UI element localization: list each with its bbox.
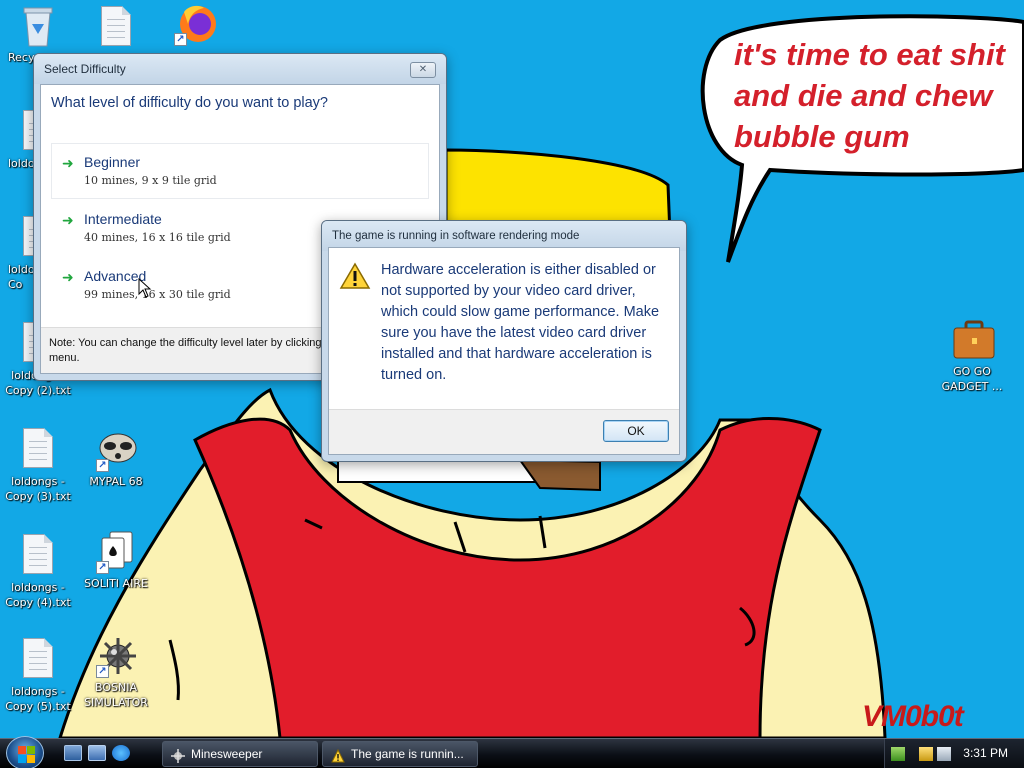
green-arrow-icon: ➜ (62, 213, 74, 229)
recycle-bin-icon (18, 4, 58, 48)
shortcut-arrow-icon: ↗ (174, 33, 187, 46)
taskbar-button-minesweeper[interactable]: Minesweeper (162, 741, 318, 767)
mine-icon (171, 747, 185, 763)
desktop-icon-loldongs-copy-5[interactable]: loldongs - Copy (5).txt (0, 638, 76, 714)
text-file-icon (18, 638, 58, 682)
playing-cards-icon: ↗ (96, 530, 136, 574)
network-icon[interactable] (891, 747, 905, 761)
desktop-icon-label: loldongs - Copy (5).txt (5, 685, 71, 713)
green-arrow-icon: ➜ (62, 156, 74, 172)
speech-line: bubble gum (734, 119, 910, 154)
internet-explorer-icon[interactable] (112, 745, 130, 761)
system-tray: 3:31 PM (884, 739, 1024, 768)
desktop-icon-label: BOSNIA SIMULATOR (84, 681, 148, 709)
speech-bubble-text: it's time to eat shit and die and chew b… (734, 34, 1005, 157)
desktop-icon-go-go-gadget[interactable]: GO GO GADGET ... (934, 318, 1010, 394)
option-beginner[interactable]: ➜ Beginner 10 mines, 9 x 9 tile grid (51, 143, 429, 199)
firefox-icon: ↗ (174, 2, 216, 46)
desktop-icon-label: loldongs - Copy (3).txt (5, 475, 71, 503)
desktop-icon-label: loldongs - Copy (4).txt (5, 581, 71, 609)
taskbar-button-alert[interactable]: The game is runnin... (322, 741, 478, 767)
shortcut-arrow-icon: ↗ (96, 459, 109, 472)
warning-icon (339, 262, 371, 290)
security-warning-icon[interactable] (919, 747, 933, 761)
wallpaper-signature: VM0b0t (862, 700, 964, 733)
desktop-icon-solitaire[interactable]: ↗ SOLITI AIRE (78, 530, 154, 591)
dialog-footer: OK (329, 409, 679, 454)
speech-line: and die and chew (734, 78, 993, 113)
clock[interactable]: 3:31 PM (963, 746, 1008, 760)
mouse-cursor-icon (138, 278, 152, 298)
option-name: Beginner (84, 154, 141, 170)
shortcut-arrow-icon: ↗ (96, 665, 109, 678)
desktop-icon-bosnia-simulator[interactable]: ↗ BOSNIA SIMULATOR (78, 634, 154, 710)
desktop-icon-loldongs-copy-3[interactable]: loldongs - Copy (3).txt (0, 428, 76, 504)
desktop-icon-firefox[interactable]: ↗ (156, 2, 232, 48)
alert-message: Hardware acceleration is either disabled… (381, 262, 660, 383)
green-arrow-icon: ➜ (62, 270, 74, 286)
start-button[interactable] (6, 736, 44, 768)
text-file-icon (96, 6, 136, 50)
dialog-title: Select Difficulty (34, 54, 446, 84)
ok-button[interactable]: OK (603, 420, 669, 442)
warning-icon (331, 747, 345, 763)
switch-windows-icon[interactable] (88, 745, 106, 761)
shortcut-arrow-icon: ↗ (96, 561, 109, 574)
volume-muted-icon[interactable] (937, 747, 951, 761)
software-rendering-alert-dialog: The game is running in software renderin… (321, 220, 687, 462)
option-description: 10 mines, 9 x 9 tile grid (84, 174, 217, 187)
mine-icon: ↗ (96, 634, 136, 678)
desktop-icon-label: GO GO GADGET ... (941, 365, 1003, 393)
speech-line: it's time to eat shit (734, 37, 1005, 72)
desktop-icon-loldongs-copy-4[interactable]: loldongs - Copy (4).txt (0, 534, 76, 610)
briefcase-icon (952, 318, 995, 362)
close-button[interactable]: ✕ (410, 62, 436, 78)
raccoon-icon: ↗ (96, 428, 137, 472)
show-desktop-icon[interactable] (64, 745, 82, 761)
desktop-icon-label: SOLITI AIRE (84, 577, 148, 590)
difficulty-question: What level of difficulty do you want to … (51, 95, 328, 111)
close-icon: ✕ (418, 64, 428, 75)
taskbar-button-label: Minesweeper (191, 747, 263, 761)
text-file-icon (18, 534, 58, 578)
taskbar: Minesweeper The game is runnin... 3:31 P… (0, 736, 1024, 768)
taskbar-button-label: The game is runnin... (351, 747, 464, 761)
desktop-icon-mypal[interactable]: ↗ MYPAL 68 (78, 428, 154, 489)
dialog-content: Hardware acceleration is either disabled… (328, 247, 680, 455)
desktop-icon-label: MYPAL 68 (89, 475, 143, 488)
text-file-icon (18, 428, 58, 472)
desktop-icon-text-file[interactable] (78, 6, 154, 52)
